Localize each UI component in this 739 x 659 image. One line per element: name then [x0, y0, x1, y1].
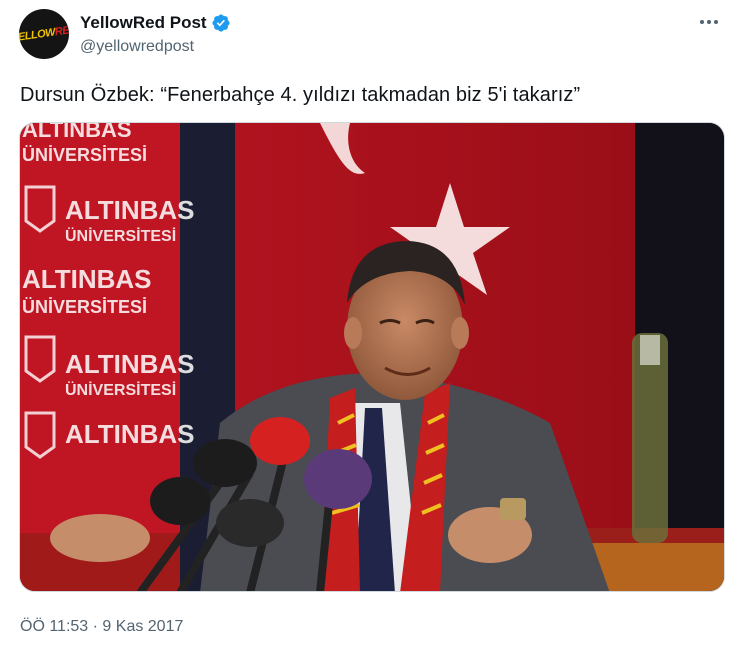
photo-illustration: ALTINBAS ÜNİVERSİTESİ ALTINBAS ÜNİVERSİT…	[20, 123, 724, 591]
avatar[interactable]: YELLOWRED	[19, 9, 69, 59]
tweet-card: YELLOWRED YellowRed Post @yellowredpost …	[0, 0, 739, 659]
backdrop-word: ÜNİVERSİTESİ	[65, 380, 176, 399]
tweet-timestamp[interactable]: ÖÖ 11:53 · 9 Kas 2017	[20, 618, 183, 636]
backdrop-word: ALTINBAS	[22, 264, 152, 294]
backdrop-word: ÜNİVERSİTESİ	[22, 297, 147, 317]
display-name[interactable]: YellowRed Post	[80, 13, 207, 33]
backdrop-word: ALTINBAS	[65, 195, 195, 225]
author-block: YellowRed Post @yellowredpost	[80, 12, 231, 56]
name-row: YellowRed Post	[80, 12, 231, 34]
backdrop-word: ALTINBAS	[22, 123, 132, 142]
more-horizontal-icon[interactable]	[693, 10, 725, 34]
handle[interactable]: @yellowredpost	[80, 38, 231, 56]
tweet-date: 9 Kas 2017	[102, 618, 184, 635]
tweet-photo[interactable]: ALTINBAS ÜNİVERSİTESİ ALTINBAS ÜNİVERSİT…	[19, 122, 725, 592]
backdrop-word: ALTINBAS	[65, 349, 195, 379]
avatar-logo: YELLOWRED	[19, 23, 69, 45]
verified-badge-icon	[212, 14, 230, 32]
tweet-time: ÖÖ 11:53	[20, 618, 89, 635]
tweet-text: Dursun Özbek: “Fenerbahçe 4. yıldızı tak…	[20, 84, 581, 106]
backdrop-word: ALTINBAS	[65, 419, 195, 449]
backdrop-word: ÜNİVERSİTESİ	[65, 226, 176, 245]
meta-separator: ·	[92, 618, 98, 635]
backdrop-word: ÜNİVERSİTESİ	[22, 145, 147, 165]
